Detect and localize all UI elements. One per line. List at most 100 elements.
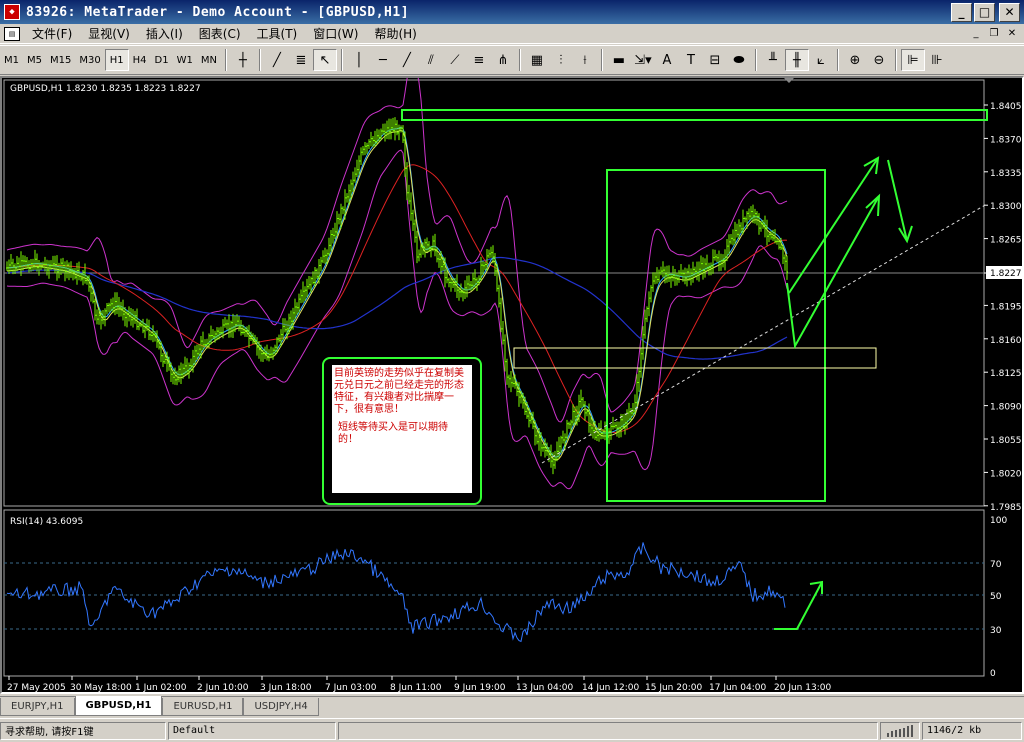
channel-icon[interactable]: ▦ xyxy=(525,49,549,71)
vertical-line-icon[interactable]: │ xyxy=(347,49,371,71)
time-axis-label: 13 Jun 04:00 xyxy=(516,683,573,692)
rsi-tick-label: 70 xyxy=(990,560,1002,570)
text-label-icon[interactable]: A xyxy=(655,49,679,71)
chart-window[interactable]: 1.8405 1.8370 1.8335 1.8300 1.8265 1.8227 1.81… xyxy=(0,76,1024,694)
forecast-arrow-1[interactable] xyxy=(786,195,880,350)
forecast-arrow-3[interactable] xyxy=(887,159,908,242)
arrows-icon[interactable]: ⇲▾ xyxy=(631,49,655,71)
timeframe-m30[interactable]: M30 xyxy=(75,49,104,71)
autoscroll-icon[interactable]: ⊫ xyxy=(900,49,925,71)
time-axis-label: 9 Jun 19:00 xyxy=(454,683,506,692)
price-tick-label: 1.8405 xyxy=(990,102,1022,112)
timeframe-w1[interactable]: W1 xyxy=(173,49,197,71)
time-axis-label: 27 May 2005 xyxy=(7,683,66,692)
regression-icon[interactable]: ⟊ xyxy=(573,49,597,71)
minimize-button[interactable]: _ xyxy=(951,2,972,22)
pitchfork-icon[interactable]: ⋔ xyxy=(491,49,515,71)
zoom-in-icon[interactable]: ⊕ xyxy=(843,49,867,71)
timeframe-d1[interactable]: D1 xyxy=(151,49,173,71)
toolbar-separator xyxy=(894,49,897,71)
menu-tools[interactable]: 工具(T) xyxy=(249,25,306,42)
price-tick-label: 1.8160 xyxy=(990,336,1022,346)
tab-usdjpy[interactable]: USDJPY,H4 xyxy=(243,698,319,716)
timeframe-m1[interactable]: M1 xyxy=(0,49,23,71)
horizontal-line-icon[interactable]: ─ xyxy=(371,49,395,71)
trendline-icon[interactable]: ╱ xyxy=(265,49,289,71)
price-tick-label: 1.8300 xyxy=(990,202,1022,212)
mdi-restore-icon[interactable]: ❐ xyxy=(986,27,1002,41)
current-price-label: 1.8227 xyxy=(990,269,1022,279)
cycle-lines-icon[interactable]: ⫶ xyxy=(549,49,573,71)
time-axis-label: 2 Jun 10:00 xyxy=(197,683,249,692)
time-axis-label: 7 Jun 03:00 xyxy=(325,683,377,692)
chart-header: GBPUSD,H1 1.8230 1.8235 1.8223 1.8227 xyxy=(10,84,201,94)
price-tick-label: 1.8020 xyxy=(990,469,1022,479)
menu-insert[interactable]: 插入(I) xyxy=(138,25,191,42)
close-button[interactable]: ✕ xyxy=(999,2,1020,22)
menu-charts[interactable]: 图表(C) xyxy=(191,25,249,42)
price-label-icon[interactable]: ⊟ xyxy=(703,49,727,71)
crosshair-icon[interactable]: ┼ xyxy=(231,49,255,71)
ellipse-icon[interactable]: ⬬ xyxy=(727,49,751,71)
timeframe-h1[interactable]: H1 xyxy=(104,49,129,71)
rsi-tick-label: 100 xyxy=(990,516,1007,526)
gann-fan-icon[interactable]: ⟋ xyxy=(443,49,467,71)
equidistant-channel-icon[interactable]: ⫽ xyxy=(419,49,443,71)
timeframe-h4[interactable]: H4 xyxy=(129,49,151,71)
menu-window[interactable]: 窗口(W) xyxy=(305,25,366,42)
price-tick-label: 1.8195 xyxy=(990,302,1022,312)
traffic-counter: 1146/2 kb xyxy=(922,721,1022,740)
rsi-line[interactable] xyxy=(6,542,786,643)
trend-support-line[interactable] xyxy=(541,203,988,464)
candlestick-chart-icon[interactable]: ╫ xyxy=(784,49,809,71)
menu-help[interactable]: 帮助(H) xyxy=(366,25,424,42)
rsi-header: RSI(14) 43.6095 xyxy=(10,517,83,527)
bar-chart-icon[interactable]: ╨ xyxy=(761,49,785,71)
tab-eurusd[interactable]: EURUSD,H1 xyxy=(162,698,244,716)
time-axis-label: 30 May 18:00 xyxy=(70,683,132,692)
maximize-button[interactable]: □ xyxy=(974,2,995,22)
text-box-icon[interactable]: T xyxy=(679,49,703,71)
support-zone-box[interactable] xyxy=(513,347,877,369)
price-tick-label: 1.8090 xyxy=(990,403,1022,413)
annotation-text: 目前英镑的走势似乎在复制美元兑日元之前已经走完的形态特征，有兴趣者对比揣摩一下，… xyxy=(334,368,464,415)
price-tick-label: 1.8265 xyxy=(990,236,1022,246)
mdi-minimize-icon[interactable]: _ xyxy=(968,27,984,41)
chart-shift-icon[interactable]: ⊪ xyxy=(925,49,949,71)
timeframe-m5[interactable]: M5 xyxy=(23,49,46,71)
toolbar-separator xyxy=(340,49,343,71)
mdi-close-icon[interactable]: ✕ xyxy=(1004,27,1020,41)
menu-file[interactable]: 文件(F) xyxy=(24,25,80,42)
timeframe-mn[interactable]: MN xyxy=(197,49,221,71)
toolbar-separator xyxy=(600,49,603,71)
price-tick-label: 1.8055 xyxy=(990,436,1022,446)
connection-bars-icon xyxy=(880,721,920,740)
line-chart-icon[interactable]: ⟀ xyxy=(809,49,833,71)
time-axis-label: 1 Jun 02:00 xyxy=(135,683,187,692)
price-chart[interactable]: 1.8405 1.8370 1.8335 1.8300 1.8265 1.8227 1.81… xyxy=(2,78,1022,692)
status-bar: 寻求帮助, 请按F1键 Default 1146/2 kb xyxy=(0,718,1024,742)
toolbar-separator xyxy=(224,49,227,71)
zoom-out-icon[interactable]: ⊖ xyxy=(867,49,891,71)
toolbar-separator xyxy=(836,49,839,71)
fibo-retracement-icon[interactable]: ≡ xyxy=(467,49,491,71)
target-zone-box[interactable] xyxy=(606,169,826,502)
annotation-box[interactable]: 目前英镑的走势似乎在复制美元兑日元之前已经走完的形态特征，有兴趣者对比揣摩一下，… xyxy=(322,357,482,505)
fibonacci-icon[interactable]: ≣ xyxy=(289,49,313,71)
rsi-forecast-arrow[interactable] xyxy=(774,581,823,630)
rsi-tick-label: 0 xyxy=(990,669,996,679)
rectangle-icon[interactable]: ▬ xyxy=(607,49,631,71)
timeframe-m15[interactable]: M15 xyxy=(46,49,75,71)
tab-gbpusd[interactable]: GBPUSD,H1 xyxy=(74,696,163,716)
time-axis-label: 20 Jun 13:00 xyxy=(774,683,831,692)
price-tick-label: 1.8370 xyxy=(990,135,1022,145)
time-axis-label: 8 Jun 11:00 xyxy=(390,683,442,692)
line-tool-icon[interactable]: ╱ xyxy=(395,49,419,71)
price-tick-label: 1.7985 xyxy=(990,503,1022,513)
document-icon[interactable]: ▤ xyxy=(4,26,20,41)
menu-view[interactable]: 显视(V) xyxy=(80,25,138,42)
cursor-icon[interactable]: ↖ xyxy=(312,49,337,71)
status-empty xyxy=(338,721,878,740)
resistance-zone-box[interactable] xyxy=(401,109,988,121)
tab-eurjpy[interactable]: EURJPY,H1 xyxy=(0,698,75,716)
